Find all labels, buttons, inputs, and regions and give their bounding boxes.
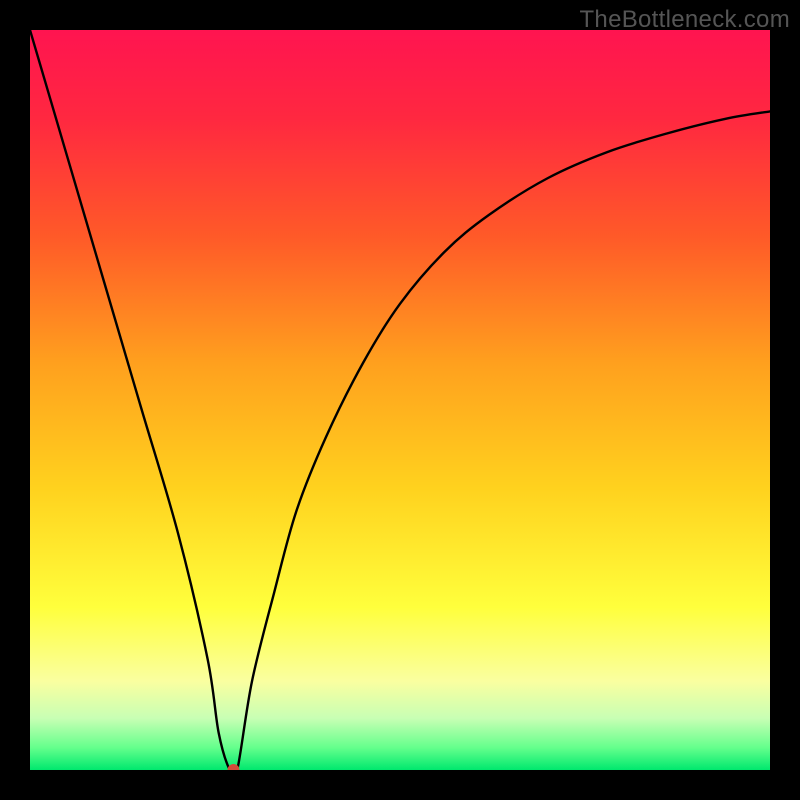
- watermark-text: TheBottleneck.com: [579, 6, 790, 34]
- chart-frame: [30, 30, 770, 770]
- gradient-background: [30, 30, 770, 770]
- bottleneck-chart: [30, 30, 770, 770]
